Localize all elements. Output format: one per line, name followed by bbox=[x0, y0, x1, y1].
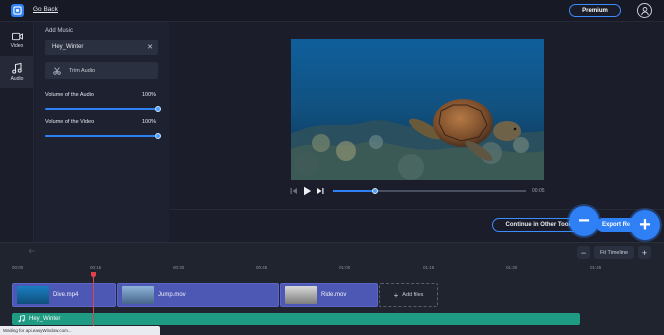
scissors-icon bbox=[53, 66, 61, 75]
clip-name: Jump.mov bbox=[158, 292, 186, 298]
left-rail: Video Audio bbox=[0, 22, 34, 242]
rail-item-video[interactable]: Video bbox=[0, 24, 34, 56]
audio-panel: Add Music Hey_Winter ✕ Trim Audio Volume… bbox=[35, 22, 169, 242]
plus-icon: + bbox=[393, 290, 399, 300]
rail-item-audio[interactable]: Audio bbox=[0, 56, 34, 88]
skip-back-icon[interactable] bbox=[290, 187, 298, 195]
timeline-ruler: 00:00 00:15 00:30 00:45 01:00 01:15 01:3… bbox=[0, 265, 664, 275]
play-icon[interactable] bbox=[303, 186, 312, 196]
zoom-out-button[interactable]: − bbox=[577, 246, 590, 259]
music-track-name: Hey_Winter bbox=[52, 44, 84, 50]
undo-button[interactable] bbox=[26, 247, 48, 257]
clip-name: Ride.mov bbox=[321, 292, 347, 298]
video-volume-value: 100% bbox=[142, 119, 157, 125]
fit-timeline-button[interactable]: Fit Timeline bbox=[594, 246, 634, 259]
ruler-tick: 01:45 bbox=[590, 265, 602, 270]
skip-forward-icon[interactable] bbox=[316, 187, 324, 195]
video-clip-jump[interactable]: Jump.mov bbox=[117, 283, 279, 307]
video-camera-icon bbox=[11, 32, 23, 40]
go-back-link[interactable]: Go Back bbox=[33, 6, 58, 13]
music-track-field[interactable]: Hey_Winter ✕ bbox=[45, 40, 158, 55]
ruler-tick: 00:15 bbox=[90, 265, 102, 270]
ruler-tick: 00:45 bbox=[256, 265, 268, 270]
video-volume-slider[interactable] bbox=[45, 133, 161, 139]
add-files-label: Add files bbox=[402, 292, 424, 298]
ruler-tick: 01:15 bbox=[423, 265, 435, 270]
ruler-tick: 01:30 bbox=[506, 265, 518, 270]
panel-title: Add Music bbox=[45, 28, 74, 34]
sea-turtle-preview-image bbox=[291, 39, 544, 180]
clip-thumbnail bbox=[122, 286, 154, 304]
ruler-tick: 01:00 bbox=[339, 265, 351, 270]
ruler-tick: 00:00 bbox=[12, 265, 24, 270]
video-preview[interactable] bbox=[291, 39, 544, 180]
preview-stage bbox=[170, 22, 664, 209]
audio-track-clip[interactable]: Hey_Winter bbox=[12, 313, 580, 325]
trim-audio-label: Trim Audio bbox=[69, 67, 96, 74]
rail-item-label: Audio bbox=[10, 75, 24, 82]
music-note-icon bbox=[12, 62, 22, 74]
video-clip-ride[interactable]: Ride.mov bbox=[280, 283, 378, 307]
music-note-icon bbox=[18, 315, 25, 323]
premium-button[interactable]: Premium bbox=[569, 4, 621, 17]
playhead-line[interactable] bbox=[93, 272, 94, 327]
audio-track-name: Hey_Winter bbox=[29, 316, 61, 322]
zoom-in-button[interactable]: + bbox=[638, 246, 651, 259]
audio-volume-value: 100% bbox=[142, 92, 157, 98]
add-files-button[interactable]: + Add files bbox=[379, 283, 438, 307]
zoom-out-highlight[interactable]: − bbox=[569, 206, 599, 236]
undo-icon bbox=[28, 248, 35, 254]
trim-audio-button[interactable]: Trim Audio bbox=[45, 62, 158, 79]
app-logo-icon bbox=[13, 6, 22, 15]
clip-thumbnail bbox=[17, 286, 49, 304]
browser-status-bar: Waiting for api.easyWindow.com... bbox=[0, 326, 160, 335]
app-logo[interactable] bbox=[11, 4, 24, 17]
player-controls: 00:05 bbox=[290, 186, 545, 196]
slider-handle[interactable] bbox=[155, 133, 161, 139]
top-bar bbox=[0, 0, 664, 22]
video-scrubber[interactable] bbox=[333, 188, 526, 194]
rail-item-label: Video bbox=[10, 42, 24, 49]
clip-name: Dive.mp4 bbox=[53, 292, 79, 298]
slider-handle[interactable] bbox=[155, 106, 161, 112]
scrubber-progress bbox=[333, 190, 376, 192]
zoom-in-highlight[interactable]: + bbox=[630, 210, 660, 240]
clip-thumbnail bbox=[285, 286, 317, 304]
playback-timecode: 00:05 bbox=[532, 188, 545, 194]
remove-track-close-icon[interactable]: ✕ bbox=[147, 40, 153, 55]
audio-volume-label: Volume of the Audio bbox=[45, 92, 94, 98]
audio-volume-slider[interactable] bbox=[45, 106, 161, 112]
user-account-icon[interactable] bbox=[637, 3, 652, 18]
ruler-tick: 00:30 bbox=[173, 265, 185, 270]
scrubber-handle[interactable] bbox=[372, 188, 379, 194]
video-volume-label: Volume of the Video bbox=[45, 119, 95, 125]
video-clip-dive[interactable]: Dive.mp4 bbox=[12, 283, 116, 307]
